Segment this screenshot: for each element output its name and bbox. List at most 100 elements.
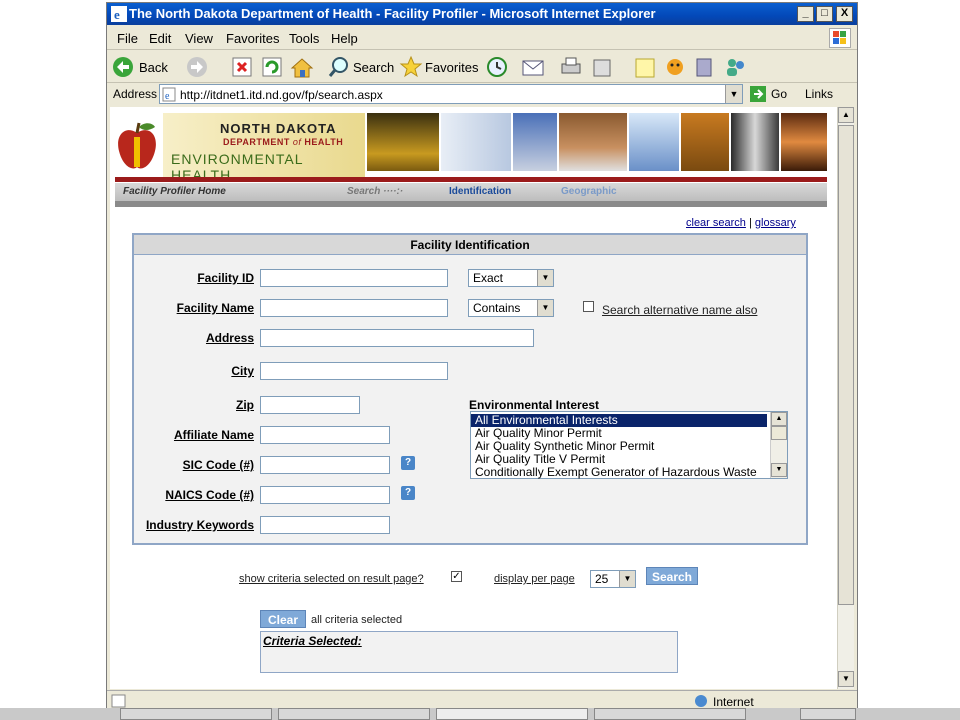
- zip-input[interactable]: [260, 396, 360, 414]
- facility-id-input[interactable]: [260, 269, 448, 287]
- note-icon[interactable]: [633, 54, 657, 80]
- star-icon: [399, 55, 423, 78]
- env-option-1[interactable]: Air Quality Minor Permit: [471, 427, 767, 440]
- research-icon[interactable]: [693, 54, 717, 80]
- photo-water-drop: [367, 113, 439, 171]
- facility-id-label[interactable]: Facility ID: [197, 271, 254, 285]
- glossary-link[interactable]: glossary: [755, 217, 796, 229]
- maximize-button[interactable]: □: [816, 6, 833, 22]
- per-page-select[interactable]: 25 ▼: [590, 570, 636, 588]
- favorites-button[interactable]: Favorites: [399, 54, 478, 80]
- refresh-icon[interactable]: [261, 54, 283, 80]
- taskbar-item-1[interactable]: [120, 708, 272, 720]
- show-criteria-label[interactable]: show criteria selected on result page?: [239, 573, 424, 585]
- mail-icon[interactable]: [521, 54, 551, 80]
- facility-id-match-select[interactable]: Exact ▼: [468, 269, 554, 287]
- clear-search-link[interactable]: clear search: [686, 217, 746, 229]
- facility-name-label[interactable]: Facility Name: [177, 301, 254, 315]
- taskbar-item-2[interactable]: [278, 708, 430, 720]
- menu-help[interactable]: Help: [331, 31, 358, 46]
- photo-sunset: [781, 113, 827, 171]
- sic-code-input[interactable]: [260, 456, 390, 474]
- stop-icon[interactable]: [231, 54, 253, 80]
- city-input[interactable]: [260, 362, 448, 380]
- env-option-0[interactable]: All Environmental Interests: [471, 414, 767, 427]
- nav-home[interactable]: Facility Profiler Home: [123, 186, 226, 197]
- back-button[interactable]: Back: [111, 54, 173, 80]
- address-field-label[interactable]: Address: [206, 331, 254, 345]
- menu-edit[interactable]: Edit: [149, 31, 171, 46]
- address-input[interactable]: e http://itdnet1.itd.nd.gov/fp/search.as…: [159, 84, 743, 104]
- forward-arrow-icon[interactable]: [185, 54, 209, 80]
- scroll-down-icon[interactable]: ▼: [838, 671, 854, 687]
- city-label[interactable]: City: [231, 364, 254, 378]
- scroll-thumb[interactable]: [771, 426, 787, 440]
- home-icon[interactable]: [290, 54, 314, 80]
- clear-button[interactable]: Clear: [260, 610, 306, 628]
- menu-favorites[interactable]: Favorites: [226, 31, 279, 46]
- affiliate-name-label[interactable]: Affiliate Name: [174, 428, 254, 442]
- photo-power-plant: [513, 113, 557, 171]
- nav-geographic[interactable]: Geographic: [561, 186, 617, 197]
- nav-identification[interactable]: Identification: [449, 186, 511, 197]
- env-option-3[interactable]: Air Quality Title V Permit: [471, 453, 767, 466]
- people-icon[interactable]: [723, 54, 749, 80]
- env-interest-listbox[interactable]: All Environmental Interests Air Quality …: [470, 411, 788, 479]
- taskbar-item-3[interactable]: [436, 708, 588, 720]
- menu-view[interactable]: View: [185, 31, 213, 46]
- env-option-2[interactable]: Air Quality Synthetic Minor Permit: [471, 440, 767, 453]
- facility-name-match-select[interactable]: Contains ▼: [468, 299, 554, 317]
- browser-window: e The North Dakota Department of Health …: [106, 2, 858, 714]
- alt-name-label[interactable]: Search alternative name also: [602, 303, 757, 317]
- naics-code-label[interactable]: NAICS Code (#): [165, 488, 254, 502]
- print-icon[interactable]: [559, 54, 583, 80]
- ie-icon: e: [111, 6, 127, 22]
- sic-help-icon[interactable]: ?: [401, 456, 415, 470]
- env-list-scrollbar[interactable]: ▲ ▼: [770, 412, 787, 478]
- messenger-icon[interactable]: [663, 54, 687, 80]
- edit-icon[interactable]: [591, 54, 621, 80]
- minimize-button[interactable]: _: [797, 6, 814, 22]
- show-criteria-checkbox[interactable]: ✓: [451, 571, 462, 582]
- industry-keywords-input[interactable]: [260, 516, 390, 534]
- facility-id-match-value: Exact: [473, 271, 504, 285]
- go-button[interactable]: Go: [749, 85, 789, 103]
- naics-code-input[interactable]: [260, 486, 390, 504]
- menu-file[interactable]: File: [117, 31, 138, 46]
- photo-xray: [731, 113, 779, 171]
- facility-name-input[interactable]: [260, 299, 448, 317]
- naics-help-icon[interactable]: ?: [401, 486, 415, 500]
- panel-title: Facility Identification: [134, 235, 806, 255]
- search-label: Search: [353, 60, 395, 75]
- scroll-down-icon[interactable]: ▼: [771, 463, 787, 477]
- menu-tools[interactable]: Tools: [289, 31, 319, 46]
- taskbar-item-4[interactable]: [594, 708, 746, 720]
- alt-name-checkbox[interactable]: [583, 301, 594, 312]
- scroll-up-icon[interactable]: ▲: [838, 107, 854, 123]
- search-button[interactable]: Search: [327, 54, 395, 80]
- address-field-input[interactable]: [260, 329, 534, 347]
- close-button[interactable]: X: [836, 6, 853, 22]
- facility-identification-panel: Facility Identification Facility ID Exac…: [132, 233, 808, 545]
- address-dropdown-icon[interactable]: ▼: [725, 85, 742, 103]
- chevron-down-icon: ▼: [537, 300, 553, 316]
- photo-autumn-trees: [681, 113, 729, 171]
- menu-bar: File Edit View Favorites Tools Help: [107, 26, 857, 50]
- logo-dept-health: DEPARTMENT of HEALTH: [223, 137, 344, 147]
- zip-label[interactable]: Zip: [236, 398, 254, 412]
- scroll-thumb[interactable]: [838, 125, 854, 605]
- env-option-4[interactable]: Conditionally Exempt Generator of Hazard…: [471, 466, 767, 479]
- industry-keywords-label[interactable]: Industry Keywords: [146, 518, 254, 532]
- history-icon[interactable]: [485, 54, 509, 80]
- go-arrow-icon: [750, 86, 766, 102]
- svg-text:e: e: [165, 91, 170, 102]
- search-submit-button[interactable]: Search: [646, 567, 698, 585]
- display-per-page-label[interactable]: display per page: [494, 573, 575, 585]
- links-label[interactable]: Links: [805, 87, 833, 101]
- nav-underbar: [115, 201, 827, 207]
- affiliate-name-input[interactable]: [260, 426, 390, 444]
- page-scrollbar[interactable]: ▲ ▼: [837, 107, 854, 689]
- photo-lake: [629, 113, 679, 171]
- sic-code-label[interactable]: SIC Code (#): [183, 458, 254, 472]
- scroll-up-icon[interactable]: ▲: [771, 412, 787, 426]
